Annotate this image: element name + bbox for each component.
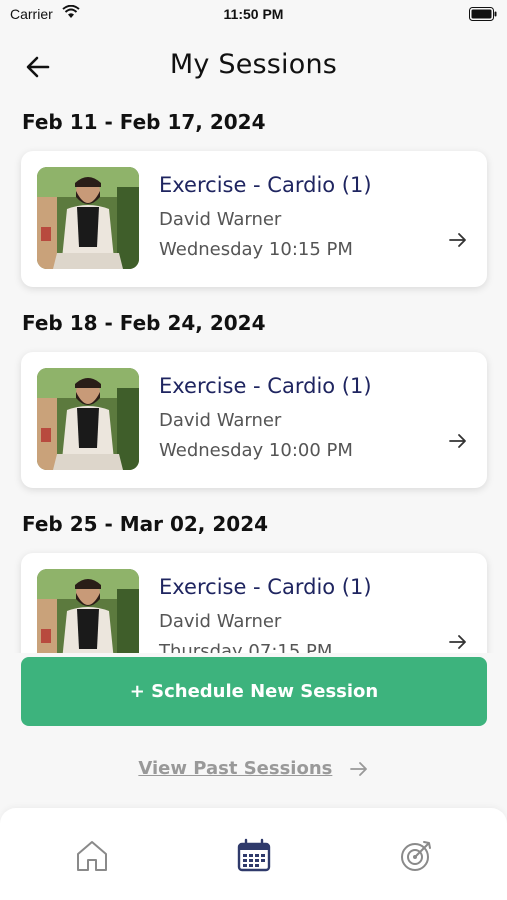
status-bar: Carrier 11:50 PM — [0, 0, 507, 30]
header: My Sessions — [0, 40, 507, 94]
session-card[interactable]: Exercise - Cardio (1) David Warner Wedne… — [21, 151, 487, 287]
session-datetime: Wednesday 10:00 PM — [159, 440, 353, 461]
week-range-heading: Feb 18 - Feb 24, 2024 — [22, 311, 266, 335]
trainer-avatar — [37, 167, 139, 269]
session-title: Exercise - Cardio (1) — [159, 374, 372, 398]
status-time: 11:50 PM — [223, 6, 284, 22]
arrow-right-icon[interactable] — [447, 229, 469, 251]
arrow-right-icon[interactable] — [447, 631, 469, 653]
trainer-name: David Warner — [159, 611, 282, 632]
nav-home[interactable] — [72, 836, 112, 876]
arrow-right-icon[interactable] — [447, 430, 469, 452]
page-title: My Sessions — [169, 49, 338, 80]
nav-calendar[interactable] — [234, 836, 274, 876]
session-datetime: Wednesday 10:15 PM — [159, 239, 353, 260]
session-card[interactable]: Exercise - Cardio (1) David Warner Thurs… — [21, 553, 487, 653]
sessions-list[interactable]: Feb 11 - Feb 17, 2024 Exercise - Cardio … — [0, 100, 507, 653]
session-datetime: Thursday 07:15 PM — [159, 641, 333, 653]
week-range-heading: Feb 25 - Mar 02, 2024 — [22, 512, 269, 536]
trainer-avatar — [37, 368, 139, 470]
bottom-nav — [0, 808, 507, 900]
arrow-right-icon — [349, 762, 367, 776]
session-card[interactable]: Exercise - Cardio (1) David Warner Wedne… — [21, 352, 487, 488]
week-range-heading: Feb 11 - Feb 17, 2024 — [22, 110, 266, 134]
trainer-name: David Warner — [159, 410, 282, 431]
view-past-sessions-link[interactable]: View Past Sessions — [0, 758, 507, 779]
calendar-icon — [237, 838, 271, 872]
nav-goals[interactable] — [396, 836, 436, 876]
schedule-new-session-button[interactable]: + Schedule New Session — [21, 657, 487, 726]
session-title: Exercise - Cardio (1) — [159, 575, 372, 599]
view-past-sessions-label: View Past Sessions — [138, 758, 333, 779]
home-icon — [77, 841, 107, 871]
trainer-avatar — [37, 569, 139, 653]
target-icon — [401, 841, 431, 871]
trainer-name: David Warner — [159, 209, 282, 230]
session-title: Exercise - Cardio (1) — [159, 173, 372, 197]
battery-icon — [469, 7, 497, 24]
